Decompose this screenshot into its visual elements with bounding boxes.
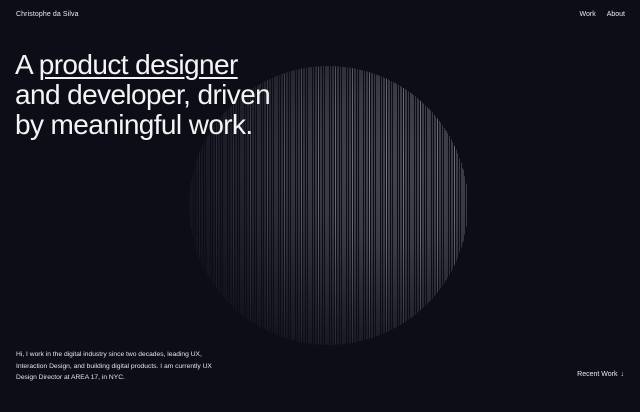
recent-work-label: Recent Work [577, 371, 618, 378]
headline-line-1: A product designer [15, 50, 270, 80]
intro-paragraph: Hi, I work in the digital industry since… [16, 351, 212, 381]
headline-line-2: and developer, driven [15, 79, 271, 110]
nav-item-about[interactable]: About [607, 11, 625, 18]
arrow-down-icon: ↓ [620, 371, 625, 378]
nav-item-work[interactable]: Work [579, 11, 595, 18]
headline-line-3: by meaningful work. [15, 109, 253, 140]
recent-work-link[interactable]: Recent Work ↓ [577, 371, 624, 378]
hero-headline: A product designer and developer, driven… [15, 50, 271, 140]
site-name-link[interactable]: Christophe da Silva [16, 11, 79, 18]
headline-prefix: A [15, 49, 39, 80]
main-nav: Work About [579, 11, 625, 18]
headline-highlight-link[interactable]: product designer [39, 49, 239, 80]
